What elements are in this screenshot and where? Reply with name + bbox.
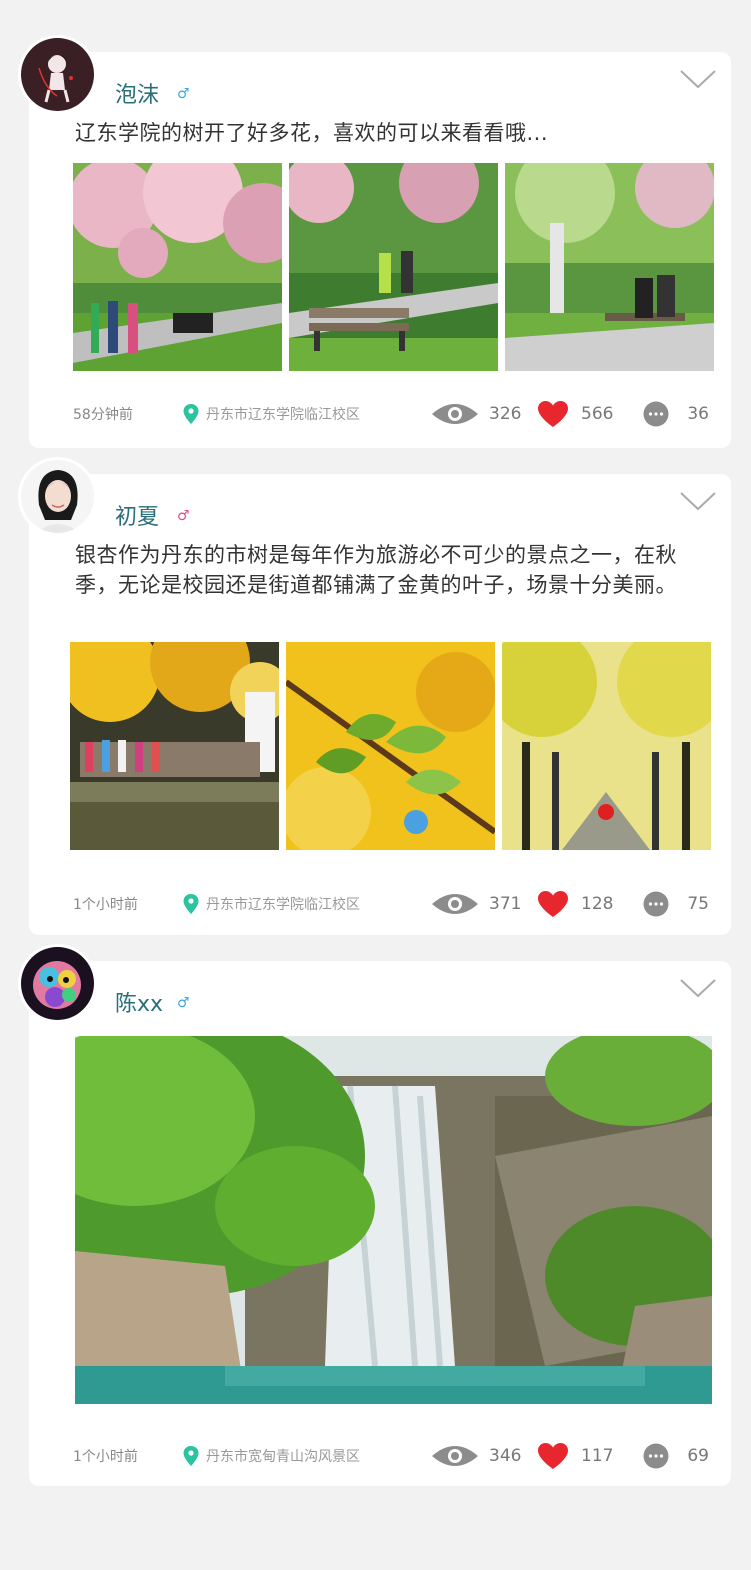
post-card[interactable]: 泡沫 ♂ 辽东学院的树开了好多花，喜欢的可以来看看哦... 58分钟前 丹东市辽… [21, 38, 731, 448]
post-text: 辽东学院的树开了好多花，喜欢的可以来看看哦... [75, 121, 549, 145]
post-time: 1个小时前 [73, 897, 138, 913]
post-photo[interactable] [289, 163, 498, 371]
avatar[interactable] [21, 38, 94, 111]
avatar[interactable] [21, 947, 94, 1020]
male-icon: ♂ [177, 86, 190, 102]
male-icon: ♂ [177, 995, 190, 1011]
comment-icon[interactable] [643, 401, 669, 427]
post-photo[interactable] [73, 163, 282, 371]
heart-icon[interactable] [537, 1442, 569, 1470]
chevron-down-icon[interactable] [679, 68, 717, 90]
comment-icon[interactable] [643, 891, 669, 917]
comment-icon[interactable] [643, 1443, 669, 1469]
comment-count: 69 [687, 1446, 709, 1466]
post-location[interactable]: 丹东市辽东学院临江校区 [206, 894, 431, 914]
location-pin-icon [183, 404, 199, 424]
location-pin-icon [183, 1446, 199, 1466]
view-count: 326 [489, 404, 522, 424]
eye-icon [432, 1446, 478, 1466]
post-photo[interactable] [505, 163, 714, 371]
post-text: 银杏作为丹东的市树是每年作为旅游必不可少的景点之一，在秋季，无论是校园还是街道都… [75, 543, 677, 597]
like-count: 128 [581, 894, 614, 914]
username[interactable]: 泡沫 [115, 77, 159, 109]
location-pin-icon [183, 894, 199, 914]
comment-count: 36 [687, 404, 709, 424]
chevron-down-icon[interactable] [679, 977, 717, 999]
post-time: 58分钟前 [73, 407, 133, 423]
username[interactable]: 初夏 [115, 499, 159, 531]
post-photo[interactable] [502, 642, 711, 850]
post-photo[interactable] [286, 642, 495, 850]
heart-icon[interactable] [537, 400, 569, 428]
post-location[interactable]: 丹东市辽东学院临江校区 [206, 404, 431, 424]
comment-count: 75 [687, 894, 709, 914]
eye-icon [432, 894, 478, 914]
username[interactable]: 陈xx [115, 986, 163, 1018]
view-count: 346 [489, 1446, 522, 1466]
post-card[interactable]: 初夏 ♂ 银杏作为丹东的市树是每年作为旅游必不可少的景点之一，在秋季，无论是校园… [21, 460, 731, 935]
post-card[interactable]: 陈xx ♂ 1个小时前 丹东市宽甸青山沟风景区 346 117 69 [21, 947, 731, 1486]
female-icon: ♂ [177, 508, 190, 524]
post-photo[interactable] [70, 642, 279, 850]
eye-icon [432, 404, 478, 424]
view-count: 371 [489, 894, 522, 914]
avatar[interactable] [21, 460, 94, 533]
post-photo[interactable] [75, 1036, 712, 1404]
like-count: 117 [581, 1446, 614, 1466]
post-location[interactable]: 丹东市宽甸青山沟风景区 [206, 1446, 431, 1466]
like-count: 566 [581, 404, 614, 424]
post-time: 1个小时前 [73, 1449, 138, 1465]
chevron-down-icon[interactable] [679, 490, 717, 512]
heart-icon[interactable] [537, 890, 569, 918]
